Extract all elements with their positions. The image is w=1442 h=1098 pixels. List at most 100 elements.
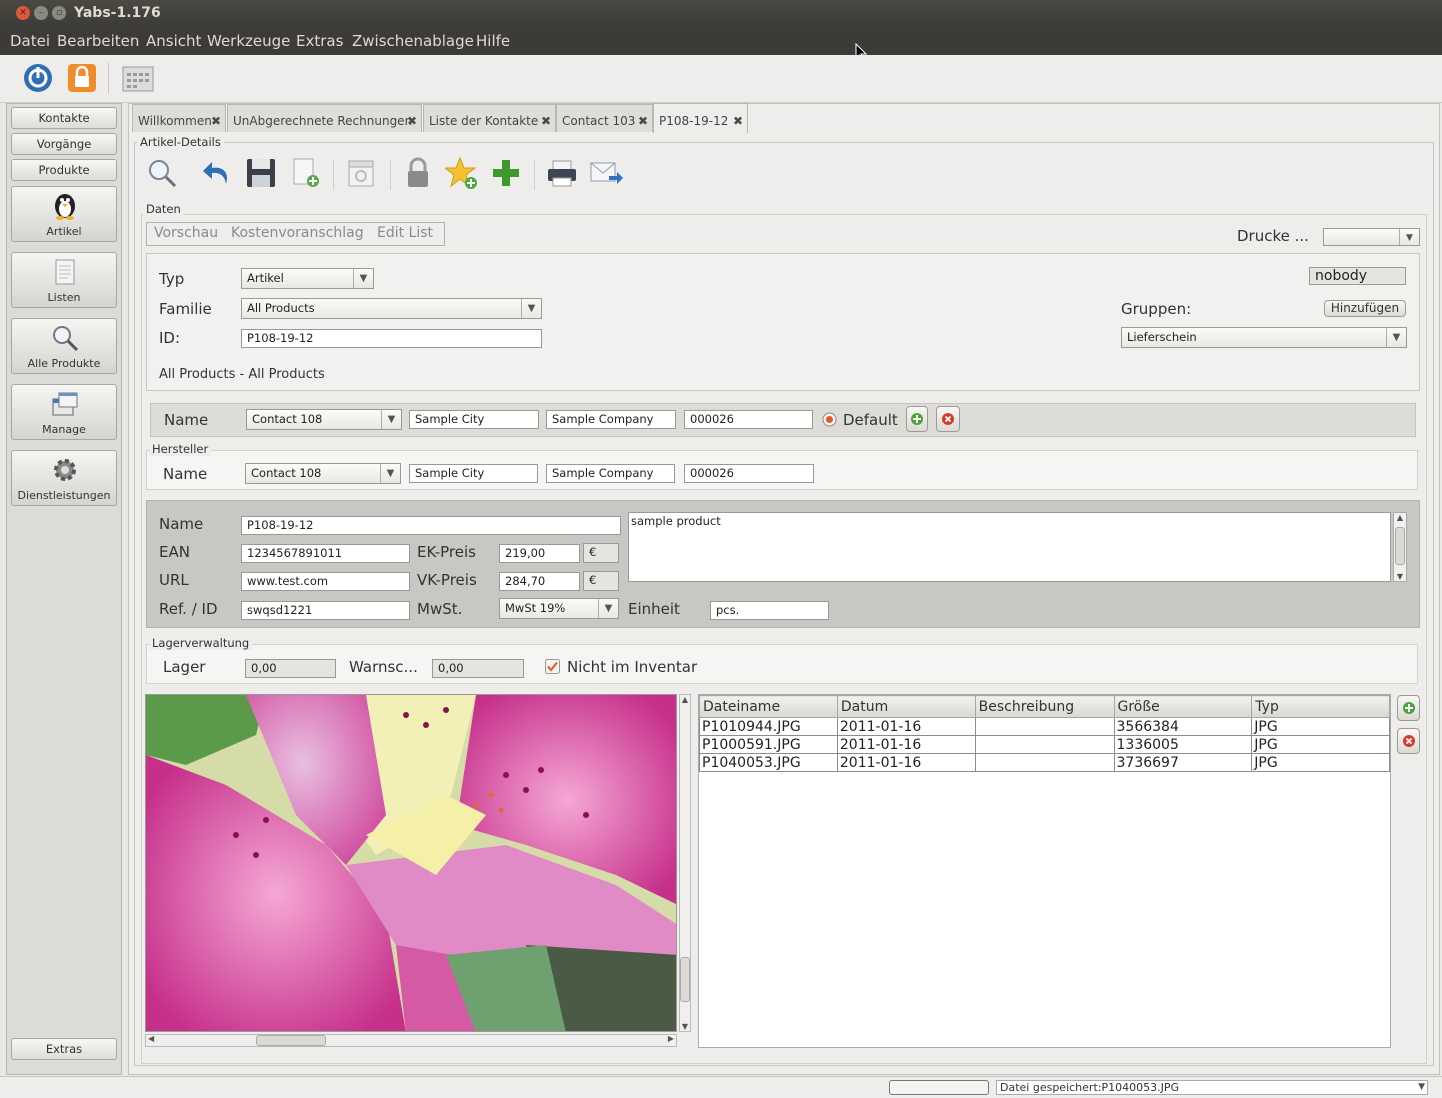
drucke-select[interactable]: ▼ (1323, 228, 1420, 246)
manufacturer-city-field[interactable]: Sample City (409, 464, 538, 483)
subtab-kostenvoranschlag[interactable]: Kostenvoranschlag (231, 225, 364, 241)
tab-contact-103[interactable]: Contact 103 ✖ (556, 104, 653, 132)
menu-datei[interactable]: Datei (10, 32, 50, 50)
nav-vorgaenge[interactable]: Vorgänge (11, 133, 117, 155)
ean-field[interactable]: 1234567891011 (241, 544, 410, 563)
add-icon[interactable] (489, 156, 523, 190)
add-file-button[interactable] (1397, 695, 1420, 721)
familie-select[interactable]: All Products ▼ (241, 298, 542, 319)
manufacturer-contact-select[interactable]: Contact 108 ▼ (245, 463, 401, 484)
tab-willkommen[interactable]: Willkommen ✖ (132, 104, 226, 132)
id-field[interactable]: P108-19-12 (241, 329, 542, 348)
supplier-number-field[interactable]: 000026 (684, 410, 813, 429)
new-document-icon[interactable] (289, 156, 323, 190)
email-send-icon[interactable] (589, 156, 623, 190)
tab-p108-19-12[interactable]: P108-19-12 ✖ (653, 103, 748, 133)
cell-datum: 2011-01-16 (836, 717, 976, 736)
vk-preis-field[interactable]: 284,70 (499, 572, 580, 591)
menu-ansicht[interactable]: Ansicht (146, 32, 201, 50)
search-icon[interactable] (145, 156, 179, 190)
einheit-field[interactable]: pcs. (710, 601, 829, 620)
print-icon[interactable] (545, 156, 579, 190)
image-horizontal-scrollbar[interactable]: ◀ ▶ (145, 1034, 677, 1047)
nav-dienstleistungen[interactable]: Dienstleistungen (11, 450, 117, 506)
nav-manage[interactable]: Manage (11, 384, 117, 440)
chevron-down-icon: ▼ (381, 410, 401, 429)
add-supplier-button[interactable] (906, 406, 928, 432)
scroll-thumb[interactable] (256, 1035, 326, 1046)
subtab-edit-list[interactable]: Edit List (377, 225, 433, 241)
favorite-star-icon[interactable] (445, 156, 479, 190)
scroll-down-icon[interactable]: ▼ (1394, 572, 1406, 581)
close-tab-icon[interactable]: ✖ (638, 105, 648, 137)
typ-select[interactable]: Artikel ▼ (241, 268, 374, 289)
supplier-contact-select[interactable]: Contact 108 ▼ (246, 409, 402, 430)
chevron-down-icon[interactable]: ▼ (1418, 1081, 1425, 1094)
close-window-icon[interactable]: ✕ (16, 6, 30, 20)
nav-kontakte[interactable]: Kontakte (11, 107, 117, 129)
close-tab-icon[interactable]: ✖ (211, 105, 221, 137)
nav-alle-produkte[interactable]: Alle Produkte (11, 318, 117, 374)
description-textarea[interactable]: sample product (628, 512, 1391, 582)
subtab-vorschau[interactable]: Vorschau (154, 225, 218, 241)
scroll-thumb[interactable] (680, 957, 690, 1002)
menu-hilfe[interactable]: Hilfe (476, 32, 510, 50)
column-header-groesse[interactable]: Größe (1113, 695, 1253, 718)
gruppen-select[interactable]: Lieferschein ▼ (1121, 327, 1407, 348)
column-header-typ[interactable]: Typ (1251, 695, 1390, 718)
scroll-up-icon[interactable]: ▲ (1394, 513, 1406, 522)
close-tab-icon[interactable]: ✖ (407, 105, 417, 137)
scroll-left-icon[interactable]: ◀ (148, 1034, 154, 1043)
nav-produkte[interactable]: Produkte (11, 159, 117, 181)
remove-supplier-button[interactable] (936, 406, 960, 432)
mwst-select[interactable]: MwSt 19% ▼ (499, 598, 619, 619)
lager-field[interactable]: 0,00 (245, 659, 336, 678)
image-vertical-scrollbar[interactable]: ▲ ▼ (679, 694, 691, 1032)
window-titlebar: ✕ – ▫ Yabs-1.176 (0, 0, 1442, 27)
undo-icon[interactable] (200, 156, 234, 190)
nav-listen[interactable]: Listen (11, 252, 117, 308)
table-row[interactable]: P1000591.JPG 2011-01-16 1336005 JPG (699, 735, 1390, 754)
scroll-up-icon[interactable]: ▲ (680, 695, 690, 704)
product-name-field[interactable]: P108-19-12 (241, 516, 621, 535)
description-scrollbar[interactable]: ▲ ▼ (1393, 512, 1407, 582)
default-radio[interactable] (822, 412, 837, 427)
scroll-right-icon[interactable]: ▶ (668, 1034, 674, 1043)
calendar-icon[interactable] (122, 65, 154, 93)
manufacturer-number-field[interactable]: 000026 (684, 464, 814, 483)
menu-bearbeiten[interactable]: Bearbeiten (57, 32, 139, 50)
ek-preis-field[interactable]: 219,00 (499, 544, 580, 563)
power-icon[interactable] (22, 62, 54, 94)
nav-artikel[interactable]: Artikel (11, 186, 117, 242)
scroll-down-icon[interactable]: ▼ (680, 1022, 690, 1031)
remove-file-button[interactable] (1397, 728, 1420, 754)
hinzufuegen-button[interactable]: Hinzufügen (1324, 300, 1406, 317)
column-header-beschreibung[interactable]: Beschreibung (974, 695, 1115, 718)
manufacturer-company-field[interactable]: Sample Company (546, 464, 675, 483)
url-field[interactable]: www.test.com (241, 572, 410, 591)
column-header-datum[interactable]: Datum (836, 695, 976, 718)
menu-extras[interactable]: Extras (296, 32, 343, 50)
menu-zwischenablage[interactable]: Zwischenablage (352, 32, 474, 50)
minimize-window-icon[interactable]: – (34, 6, 48, 20)
close-tab-icon[interactable]: ✖ (733, 104, 743, 138)
warnschwelle-field[interactable]: 0,00 (432, 659, 524, 678)
scroll-thumb[interactable] (1395, 527, 1405, 565)
table-row[interactable]: P1010944.JPG 2011-01-16 3566384 JPG (699, 717, 1390, 736)
supplier-city-field[interactable]: Sample City (409, 410, 539, 429)
column-header-dateiname[interactable]: Dateiname (699, 695, 838, 718)
supplier-company-field[interactable]: Sample Company (546, 410, 676, 429)
maximize-window-icon[interactable]: ▫ (52, 6, 66, 20)
menu-werkzeuge[interactable]: Werkzeuge (207, 32, 290, 50)
nicht-im-inventar-checkbox[interactable] (545, 659, 560, 674)
padlock-icon[interactable] (401, 156, 435, 190)
lock-icon[interactable] (66, 62, 98, 94)
tab-liste-der-kontakte[interactable]: Liste der Kontakte ✖ (423, 104, 556, 132)
archive-icon[interactable] (344, 156, 378, 190)
nav-extras[interactable]: Extras (11, 1038, 117, 1060)
close-tab-icon[interactable]: ✖ (541, 105, 551, 137)
table-row[interactable]: P1040053.JPG 2011-01-16 3736697 JPG (699, 753, 1390, 772)
ref-field[interactable]: swqsd1221 (241, 601, 410, 620)
tab-unabgerechnete-rechnungen[interactable]: UnAbgerechnete Rechnungen ✖ (227, 104, 422, 132)
save-icon[interactable] (244, 156, 278, 190)
